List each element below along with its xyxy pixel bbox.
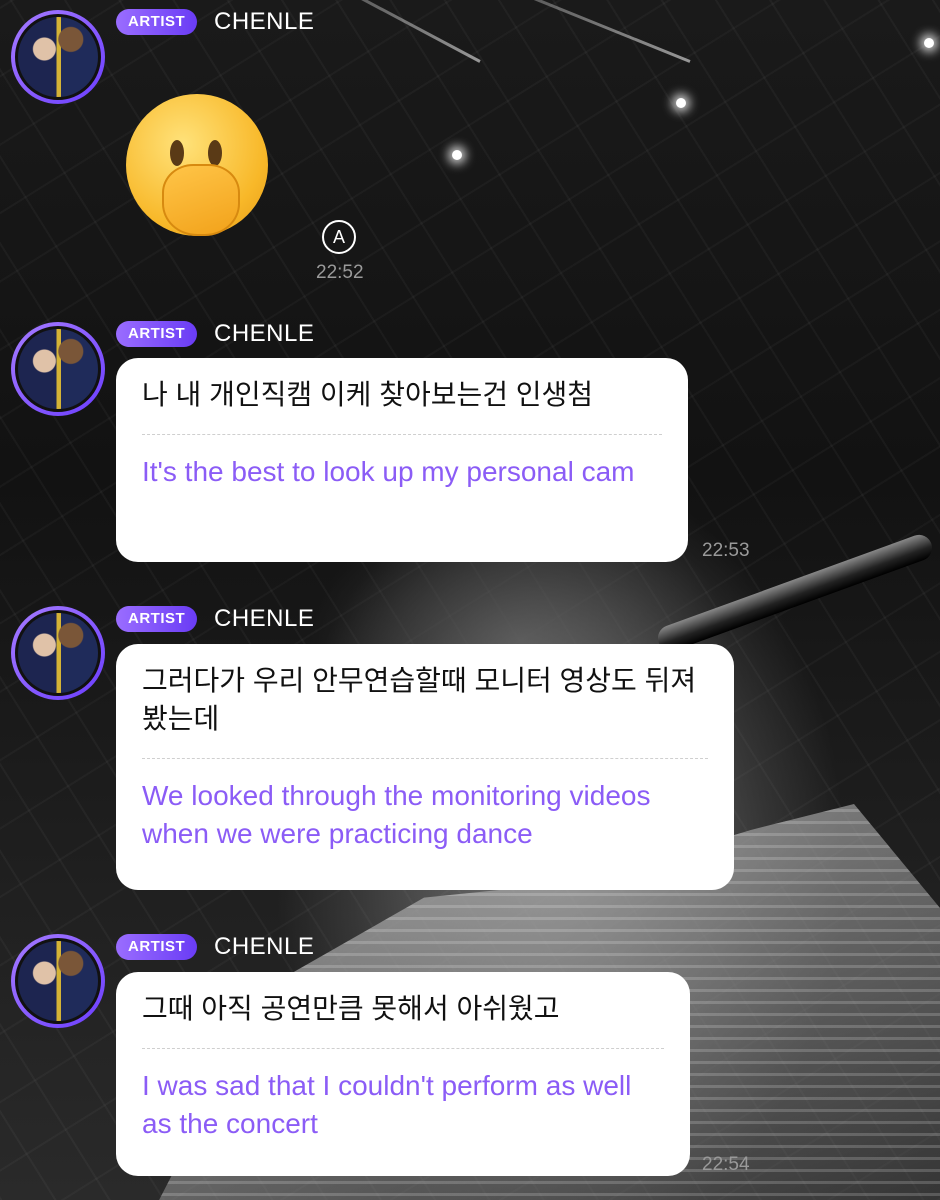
avatar[interactable]	[11, 10, 105, 104]
original-text: 나 내 개인직캠 이케 찾아보는건 인생첨	[142, 379, 594, 410]
message-time: 22:54	[702, 1154, 750, 1175]
translated-text: We looked through the monitoring videos …	[142, 780, 651, 849]
message-time: 22:53	[702, 540, 750, 561]
microphone	[654, 531, 936, 655]
original-text: 그러다가 우리 안무연습할때 모니터 영상도 뒤져봤는데	[142, 665, 697, 734]
original-text: 그때 아직 공연만큼 못해서 아쉬웠고	[142, 993, 560, 1024]
translated-text: It's the best to look up my personal cam	[142, 456, 635, 487]
profile-photo-icon	[15, 326, 101, 412]
sender-name: CHENLE	[214, 320, 315, 347]
profile-photo-icon	[15, 610, 101, 696]
message-time: 22:52	[316, 262, 364, 283]
avatar[interactable]	[11, 606, 105, 700]
artist-badge: ARTIST	[116, 934, 198, 960]
auto-translate-icon[interactable]: A	[322, 220, 356, 254]
message-bubble[interactable]: 그때 아직 공연만큼 못해서 아쉬웠고 I was sad that I cou…	[116, 972, 690, 1176]
artist-badge: ARTIST	[116, 9, 198, 35]
translated-text: I was sad that I couldn't perform as wel…	[142, 1070, 632, 1139]
sender-name: CHENLE	[214, 605, 315, 632]
avatar[interactable]	[11, 934, 105, 1028]
profile-photo-icon	[15, 14, 101, 100]
profile-photo-icon	[15, 938, 101, 1024]
sender-name: CHENLE	[214, 933, 315, 960]
sender-name: CHENLE	[214, 8, 315, 35]
emoji-eye	[208, 140, 222, 166]
emoji-eye	[170, 140, 184, 166]
message-bubble[interactable]: 그러다가 우리 안무연습할때 모니터 영상도 뒤져봤는데 We looked t…	[116, 644, 734, 890]
artist-badge: ARTIST	[116, 606, 198, 632]
message-bubble[interactable]: 나 내 개인직캠 이케 찾아보는건 인생첨 It's the best to l…	[116, 358, 688, 562]
face-with-hand-over-mouth-icon	[126, 94, 268, 236]
chat-message: ARTIST CHENLE A 22:52	[0, 0, 940, 290]
artist-badge: ARTIST	[116, 321, 198, 347]
emoji-hand	[162, 164, 240, 236]
avatar[interactable]	[11, 322, 105, 416]
